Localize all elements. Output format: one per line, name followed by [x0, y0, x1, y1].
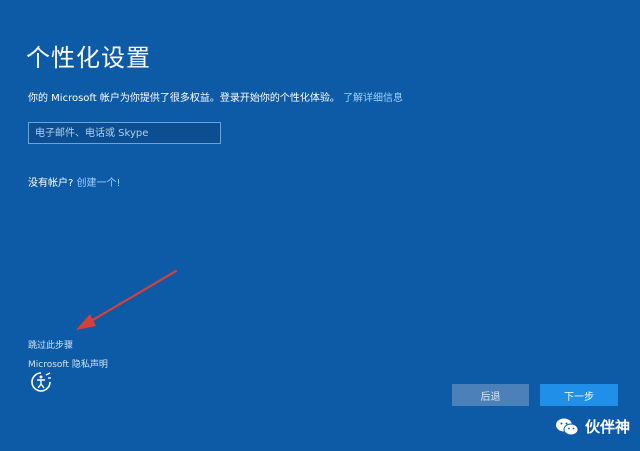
no-account-row: 没有帐户? 创建一个!: [28, 174, 121, 189]
intro-text: 你的 Microsoft 帐户为你提供了很多权益。登录开始你的个性化体验。: [28, 93, 340, 104]
no-account-text: 没有帐户?: [28, 178, 74, 189]
create-account-link[interactable]: 创建一个!: [77, 178, 121, 189]
privacy-statement-link[interactable]: Microsoft 隐私声明: [28, 357, 108, 370]
page-title: 个性化设置: [26, 44, 151, 72]
ease-of-access-icon[interactable]: [29, 370, 53, 394]
wechat-icon: [555, 418, 579, 435]
watermark: 伙伴神: [555, 416, 630, 437]
skip-step-link[interactable]: 跳过此步骤: [28, 338, 73, 351]
watermark-text: 伙伴神: [584, 418, 630, 436]
next-button[interactable]: 下一步: [540, 384, 618, 406]
intro-text-row: 你的 Microsoft 帐户为你提供了很多权益。登录开始你的个性化体验。 了解…: [28, 89, 403, 104]
learn-more-link[interactable]: 了解详细信息: [343, 93, 403, 104]
email-phone-skype-input[interactable]: [28, 122, 221, 144]
back-button[interactable]: 后退: [452, 384, 529, 406]
